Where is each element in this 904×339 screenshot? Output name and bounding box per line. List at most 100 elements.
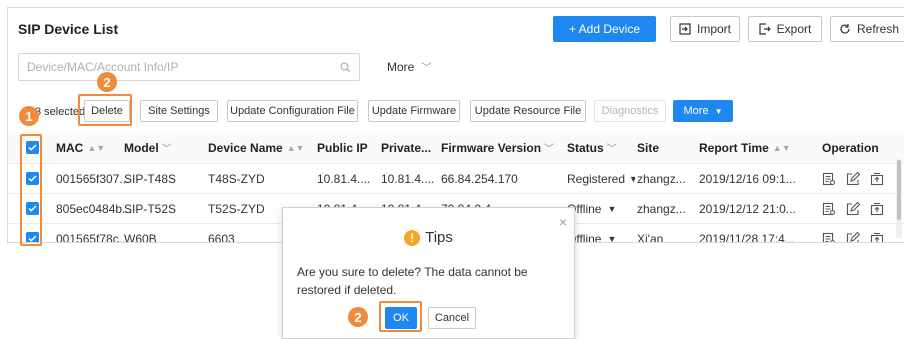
update-config-button[interactable]: Update Configuration File: [227, 100, 358, 122]
table-scrollbar[interactable]: [896, 158, 902, 238]
search-input[interactable]: [27, 60, 340, 74]
caret-down-icon: ▼: [714, 106, 723, 116]
export-icon: [759, 23, 771, 35]
edit-icon[interactable]: [846, 231, 860, 244]
cell-report-time: 2019/12/12 21:0...: [699, 201, 796, 216]
push-icon[interactable]: [870, 172, 884, 186]
site-settings-button[interactable]: Site Settings: [140, 100, 218, 122]
dialog-title: ! Tips: [283, 229, 574, 246]
column-mac[interactable]: MAC ▲▼: [56, 132, 105, 163]
cell-device-name: T48S-ZYD: [208, 171, 265, 186]
add-device-button[interactable]: + Add Device: [553, 16, 656, 42]
cell-operation: [822, 164, 884, 193]
check-icon: [28, 144, 37, 151]
caret-down-icon: ▼: [607, 233, 617, 243]
column-operation: Operation: [822, 140, 879, 155]
step-badge-two-dialog: 2: [348, 307, 368, 327]
check-icon: [28, 175, 37, 182]
cell-mac: 001565f78c...: [56, 231, 129, 243]
update-resource-button[interactable]: Update Resource File: [470, 100, 586, 122]
chevron-down-icon: ﹀: [161, 144, 172, 155]
dialog-title-text: Tips: [425, 229, 453, 246]
column-mac-label: MAC: [56, 140, 84, 155]
column-firmware[interactable]: Firmware Version ﹀: [441, 132, 554, 163]
row-checkbox[interactable]: [26, 164, 39, 193]
column-status-label: Status: [567, 140, 604, 155]
import-icon: [679, 23, 691, 35]
cancel-button[interactable]: Cancel: [428, 307, 476, 329]
column-report-time[interactable]: Report Time ▲▼: [699, 132, 791, 163]
update-firmware-button[interactable]: Update Firmware: [368, 100, 460, 122]
dialog-message: Are you sure to delete? The data cannot …: [297, 265, 528, 297]
row-checkbox[interactable]: [26, 224, 39, 242]
check-icon: [28, 235, 37, 242]
chevron-down-icon: ﹀: [421, 63, 432, 74]
step-badge-two: 2: [97, 72, 117, 92]
selected-count: 3 selected: [35, 106, 86, 118]
cell-operation: [822, 224, 884, 244]
row-checkbox[interactable]: [26, 194, 39, 223]
cell-site: Xi'an: [637, 231, 664, 243]
caret-down-icon: ▼: [629, 174, 635, 184]
delete-confirm-dialog: × ! Tips Are you sure to delete? The dat…: [282, 207, 575, 339]
cell-site: zhangz...: [637, 201, 686, 216]
page-title: SIP Device List: [18, 21, 119, 37]
cell-device-name: 6603: [208, 231, 235, 243]
column-status[interactable]: Status ﹀: [567, 132, 617, 163]
chevron-down-icon: ﹀: [544, 144, 555, 155]
push-icon[interactable]: [870, 202, 884, 216]
column-device-name-label: Device Name: [208, 140, 283, 155]
cell-public-ip: 10.81.4....: [317, 171, 371, 186]
sort-icon: ▲▼: [87, 142, 106, 153]
cell-site: zhangz...: [637, 171, 686, 186]
cell-report-time: 2019/11/28 17:4...: [699, 231, 795, 243]
check-icon: [28, 205, 37, 212]
cell-model: SIP-T52S: [124, 201, 177, 216]
push-icon[interactable]: [870, 232, 884, 244]
diagnostics-button: Diagnostics: [594, 100, 666, 122]
cell-device-name: T52S-ZYD: [208, 201, 265, 216]
column-model-label: Model: [124, 140, 159, 155]
warning-icon: !: [404, 229, 421, 246]
sort-icon: ▲▼: [772, 142, 791, 153]
search-icon[interactable]: [340, 61, 351, 73]
table-header: MAC ▲▼ Model ﹀ Device Name ▲▼ Public IP Pri…: [8, 132, 904, 164]
cell-mac: 001565f307...: [56, 171, 130, 186]
scrollbar-thumb[interactable]: [897, 160, 901, 220]
table-row: 001565f307... SIP-T48S T48S-ZYD 10.81.4.…: [8, 164, 904, 194]
more-actions-label: More: [683, 105, 709, 117]
delete-button[interactable]: Delete: [84, 100, 130, 122]
edit-icon[interactable]: [846, 201, 860, 216]
more-actions-button[interactable]: More ▼: [673, 100, 733, 122]
column-private-ip: Private...: [381, 140, 432, 155]
cell-status[interactable]: Offline ▼: [567, 224, 635, 243]
refresh-icon: [840, 24, 850, 34]
export-label: Export: [776, 22, 812, 36]
column-report-time-label: Report Time: [699, 140, 769, 155]
cell-mac: 805ec0484b...: [56, 201, 133, 216]
refresh-button[interactable]: Refresh: [830, 16, 904, 42]
import-label: Import: [696, 22, 731, 36]
log-icon[interactable]: [822, 172, 836, 186]
cell-status[interactable]: Registered▼: [567, 164, 635, 193]
edit-icon[interactable]: [846, 171, 860, 186]
log-icon[interactable]: [822, 232, 836, 244]
cell-private-ip: 10.81.4....: [381, 171, 435, 186]
select-all-checkbox[interactable]: [26, 132, 39, 163]
column-firmware-label: Firmware Version: [441, 140, 542, 155]
close-icon[interactable]: ×: [559, 215, 567, 229]
import-button[interactable]: Import: [670, 16, 740, 42]
cell-firmware: 66.84.254.170: [441, 171, 518, 186]
caret-down-icon: ▼: [607, 203, 617, 214]
export-button[interactable]: Export: [748, 16, 822, 42]
column-site: Site: [637, 140, 660, 155]
more-filter-dropdown[interactable]: More ﹀: [387, 59, 432, 75]
ok-button[interactable]: OK: [385, 307, 417, 329]
chevron-down-icon: ﹀: [606, 144, 617, 155]
log-icon[interactable]: [822, 202, 836, 216]
search-box: [18, 53, 360, 81]
cell-model: W60B: [124, 231, 157, 243]
column-device-name[interactable]: Device Name ▲▼: [208, 132, 305, 163]
column-model[interactable]: Model ﹀: [124, 132, 172, 163]
cell-status[interactable]: Offline ▼: [567, 194, 635, 223]
